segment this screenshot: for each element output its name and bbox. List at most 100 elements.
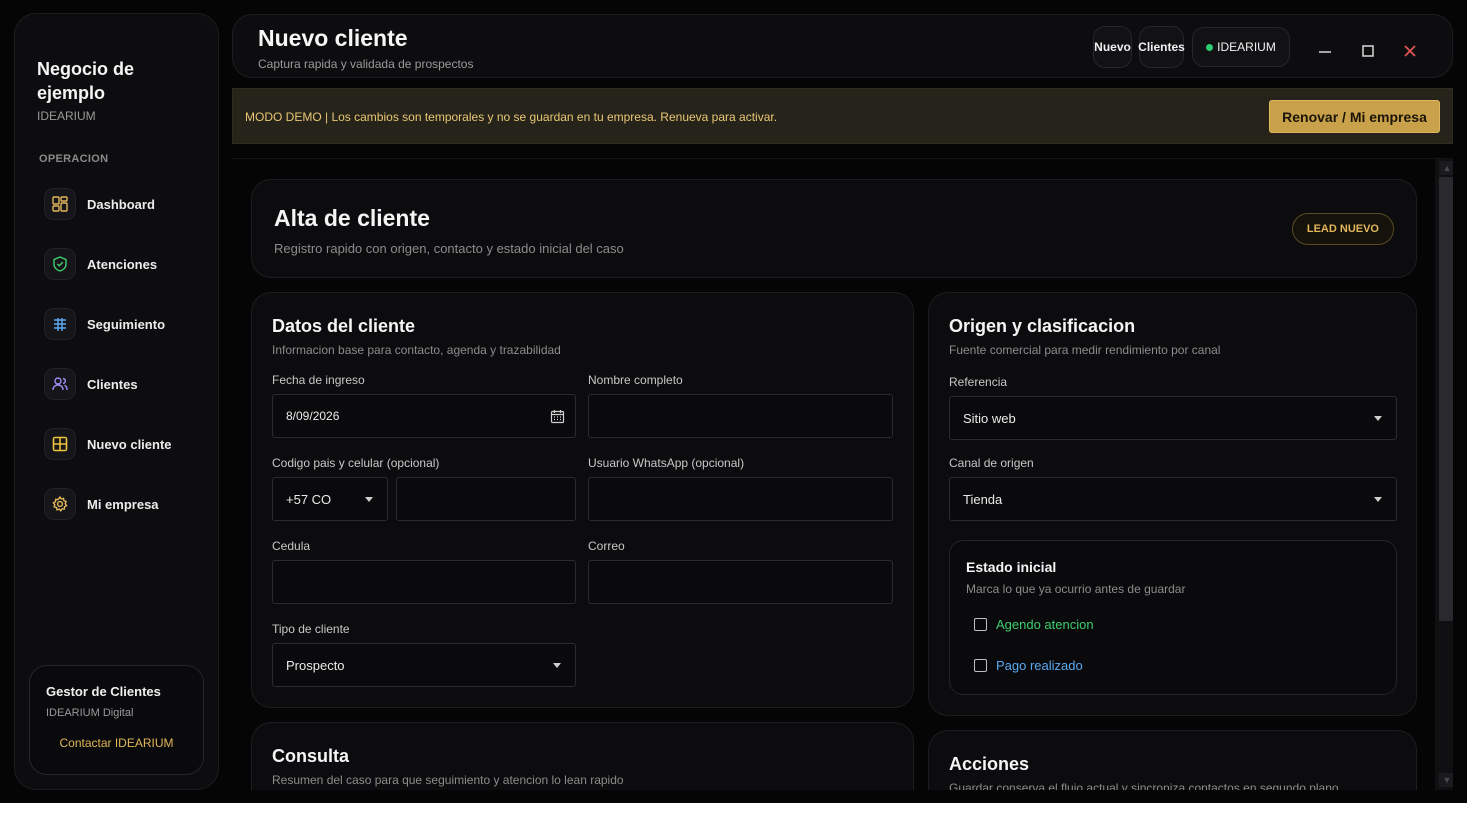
brand-subtitle: IDEARIUM <box>37 109 96 123</box>
sidebar-item-label: Clientes <box>87 376 138 392</box>
status-label: IDEARIUM <box>1217 40 1276 54</box>
main-content[interactable]: Alta de cliente Registro rapido con orig… <box>232 158 1453 790</box>
fecha-input[interactable]: 8/09/2026 <box>272 394 576 438</box>
demo-banner-text: MODO DEMO | Los cambios son temporales y… <box>245 110 778 124</box>
page-title: Nuevo cliente <box>258 25 408 51</box>
tipo-cliente-label: Tipo de cliente <box>272 622 350 636</box>
checkbox-box[interactable] <box>974 618 987 631</box>
origen-card: Origen y clasificacion Fuente comercial … <box>928 292 1417 716</box>
datos-subtitle: Informacion base para contacto, agenda y… <box>272 343 561 357</box>
app-window: Negocio de ejemplo IDEARIUM OPERACION Da… <box>0 0 1467 803</box>
alta-card: Alta de cliente Registro rapido con orig… <box>251 179 1417 278</box>
renovar-button[interactable]: Renovar / Mi empresa <box>1269 100 1440 133</box>
chevron-down-icon <box>553 663 561 668</box>
codigo-pais-select[interactable]: +57 CO <box>272 477 388 521</box>
datos-card: Datos del cliente Informacion base para … <box>251 292 914 708</box>
canal-select[interactable]: Tienda <box>949 477 1397 521</box>
cedula-input[interactable] <box>272 560 576 604</box>
pago-realizado-label: Pago realizado <box>996 658 1083 673</box>
table-grid-icon <box>44 308 76 340</box>
telefono-label: Codigo pais y celular (opcional) <box>272 456 440 470</box>
nombre-input[interactable] <box>588 394 893 438</box>
status-pill[interactable]: IDEARIUM <box>1192 27 1290 67</box>
chevron-down-icon <box>1374 416 1382 421</box>
dashboard-icon <box>44 188 76 220</box>
footer-subtitle: IDEARIUM Digital <box>46 707 134 719</box>
close-icon[interactable] <box>1402 43 1418 59</box>
sidebar-item-clientes[interactable]: Clientes <box>44 367 204 401</box>
scroll-down-icon[interactable]: ▼ <box>1439 773 1453 787</box>
status-dot-icon <box>1206 43 1214 51</box>
referencia-value: Sitio web <box>963 410 1016 426</box>
sidebar-item-label: Seguimiento <box>87 316 166 332</box>
clientes-button[interactable]: Clientes <box>1138 26 1185 68</box>
shield-check-icon <box>44 248 76 280</box>
whatsapp-label: Usuario WhatsApp (opcional) <box>588 456 745 470</box>
gear-icon <box>44 488 76 520</box>
acciones-card: Acciones Guardar conserva el flujo actua… <box>928 730 1417 790</box>
section-label-operacion: OPERACION <box>39 153 109 165</box>
sidebar-item-seguimiento[interactable]: Seguimiento <box>44 307 204 341</box>
canal-label: Canal de origen <box>949 456 1034 470</box>
chevron-down-icon <box>1374 497 1382 502</box>
estado-title: Estado inicial <box>966 559 1057 575</box>
cedula-label: Cedula <box>272 539 311 553</box>
origen-title: Origen y clasificacion <box>949 316 1136 336</box>
agendo-atencion-checkbox[interactable]: Agendo atencion <box>974 617 1094 632</box>
correo-label: Correo <box>588 539 625 553</box>
agendo-atencion-label: Agendo atencion <box>996 617 1094 632</box>
whatsapp-input[interactable] <box>588 477 893 521</box>
fecha-label: Fecha de ingreso <box>272 373 365 387</box>
maximize-icon[interactable] <box>1360 43 1376 59</box>
nuevo-button[interactable]: Nuevo <box>1093 26 1132 68</box>
acciones-subtitle: Guardar conserva el flujo actual y sincr… <box>949 781 1339 790</box>
contact-link[interactable]: Contactar IDEARIUM <box>30 736 203 750</box>
referencia-select[interactable]: Sitio web <box>949 396 1397 440</box>
sidebar-item-mi-empresa[interactable]: Mi empresa <box>44 487 204 521</box>
scroll-thumb[interactable] <box>1439 177 1453 621</box>
calendar-icon[interactable] <box>550 409 565 424</box>
sidebar-item-label: Atenciones <box>87 256 158 272</box>
consulta-subtitle: Resumen del caso para que seguimiento y … <box>272 773 624 787</box>
codigo-pais-value: +57 CO <box>286 491 332 507</box>
sidebar-item-label: Mi empresa <box>87 496 159 512</box>
sidebar: Negocio de ejemplo IDEARIUM OPERACION Da… <box>14 13 219 790</box>
checkbox-box[interactable] <box>974 659 987 672</box>
correo-input[interactable] <box>588 560 893 604</box>
canal-value: Tienda <box>963 491 1003 507</box>
tipo-cliente-value: Prospecto <box>286 657 345 673</box>
footer-card: Gestor de Clientes IDEARIUM Digital Cont… <box>29 665 204 775</box>
brand-title: Negocio de ejemplo <box>37 59 135 103</box>
celular-input[interactable] <box>396 477 576 521</box>
chevron-down-icon <box>365 497 373 502</box>
acciones-title: Acciones <box>949 754 1030 774</box>
alta-subtitle: Registro rapido con origen, contacto y e… <box>274 241 624 256</box>
pago-realizado-checkbox[interactable]: Pago realizado <box>974 658 1083 673</box>
users-icon <box>44 368 76 400</box>
datos-title: Datos del cliente <box>272 316 416 336</box>
grid-plus-icon <box>44 428 76 460</box>
sidebar-item-label: Nuevo cliente <box>87 436 172 452</box>
scroll-up-icon[interactable]: ▲ <box>1439 161 1453 175</box>
tipo-cliente-select[interactable]: Prospecto <box>272 643 576 687</box>
sidebar-item-atenciones[interactable]: Atenciones <box>44 247 204 281</box>
demo-banner: MODO DEMO | Los cambios son temporales y… <box>232 88 1453 144</box>
alta-title: Alta de cliente <box>274 205 430 231</box>
content-scrollbar[interactable]: ▲ ▼ <box>1435 159 1453 790</box>
sidebar-item-label: Dashboard <box>87 196 155 212</box>
origen-subtitle: Fuente comercial para medir rendimiento … <box>949 343 1221 357</box>
sidebar-item-nuevo-cliente[interactable]: Nuevo cliente <box>44 427 204 461</box>
nombre-label: Nombre completo <box>588 373 683 387</box>
header: Nuevo cliente Captura rapida y validada … <box>232 14 1453 78</box>
consulta-title: Consulta <box>272 746 350 766</box>
estado-subtitle: Marca lo que ya ocurrio antes de guardar <box>966 582 1186 596</box>
minimize-icon[interactable] <box>1317 43 1333 59</box>
consulta-card: Consulta Resumen del caso para que segui… <box>251 722 914 790</box>
fecha-value: 8/09/2026 <box>286 409 340 423</box>
footer-title: Gestor de Clientes <box>46 684 161 699</box>
referencia-label: Referencia <box>949 375 1008 389</box>
page-subtitle: Captura rapida y validada de prospectos <box>258 57 474 71</box>
estado-inicial-panel: Estado inicial Marca lo que ya ocurrio a… <box>949 540 1397 695</box>
lead-status-badge: LEAD NUEVO <box>1291 213 1394 245</box>
sidebar-item-dashboard[interactable]: Dashboard <box>44 187 204 221</box>
